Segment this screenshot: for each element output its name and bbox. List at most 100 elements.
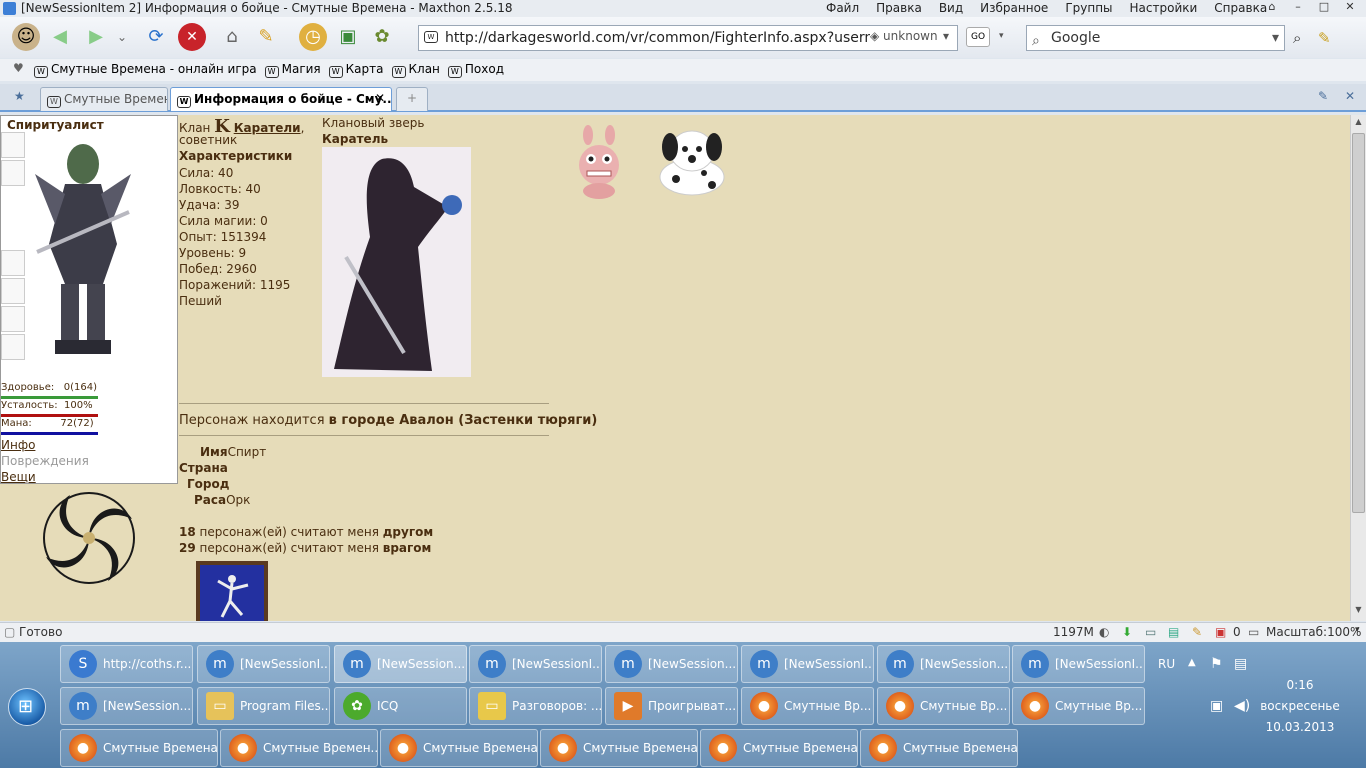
damage-link[interactable]: Повреждения: [1, 454, 89, 468]
menu-file[interactable]: Файл: [826, 1, 859, 15]
page-scrollbar[interactable]: ▲ ▼: [1350, 115, 1366, 621]
history-icon[interactable]: ◷: [299, 23, 327, 51]
tools-icon[interactable]: ✿: [368, 23, 396, 51]
tray-expand-icon[interactable]: ▲: [1188, 657, 1196, 668]
tab-fighter-info[interactable]: W Информация о бойце - Сму... ✕: [170, 87, 392, 111]
maximize-icon[interactable]: □: [1312, 0, 1336, 14]
equipment-slot[interactable]: [1, 306, 25, 332]
close-window-icon[interactable]: ✕: [1338, 0, 1362, 14]
user-icon[interactable]: ☺: [12, 23, 40, 51]
tab-game[interactable]: W Смутные Времена: [40, 87, 168, 111]
start-button[interactable]: ⊞: [8, 688, 46, 726]
taskbar-item[interactable]: ● Смутные Времен...: [220, 729, 378, 767]
zoom-dropdown-icon[interactable]: ▾: [1355, 625, 1360, 635]
taskbar-item[interactable]: ▭ Разговоров: ...: [469, 687, 602, 725]
groups-icon[interactable]: ▣: [334, 23, 362, 51]
go-dropdown-icon[interactable]: ▾: [999, 31, 1004, 41]
race-row: РасаОрк: [194, 493, 251, 507]
clock[interactable]: 0:16 воскресенье 10.03.2013: [1240, 675, 1360, 738]
rabbit-toy-image[interactable]: [574, 125, 624, 199]
taskbar-item[interactable]: m [NewSessionI...: [741, 645, 874, 683]
forward-icon[interactable]: ▶: [82, 23, 110, 51]
taskbar-item[interactable]: ● Смутные Вр...: [1012, 687, 1145, 725]
popup-blocker-icon[interactable]: ▣: [1215, 625, 1226, 639]
search-go-icon[interactable]: ⌕: [1293, 29, 1301, 47]
taskbar-item[interactable]: ● Смутные Времена...: [380, 729, 538, 767]
taskbar-item[interactable]: m [NewSessionI...: [1012, 645, 1145, 683]
equipment-slot[interactable]: [1, 278, 25, 304]
menu-edit[interactable]: Правка: [876, 1, 922, 15]
bookmark-raid[interactable]: W Поход: [447, 62, 504, 78]
taskbar-item[interactable]: ● Смутные Вр...: [741, 687, 874, 725]
network-icon[interactable]: ▭: [1145, 625, 1156, 639]
language-indicator[interactable]: RU: [1158, 657, 1175, 671]
star-icon[interactable]: ★: [14, 89, 25, 103]
zoom-level[interactable]: Масштаб:100%: [1266, 625, 1361, 639]
back-icon[interactable]: ◀: [46, 23, 74, 51]
taskbar-item[interactable]: m [NewSession...: [60, 687, 193, 725]
menu-favorites[interactable]: Избранное: [980, 1, 1048, 15]
taskbar-item[interactable]: m [NewSession...: [605, 645, 738, 683]
menu-view[interactable]: Вид: [939, 1, 963, 15]
devices-icon[interactable]: ▤: [1234, 656, 1247, 672]
bookmark-clan[interactable]: W Клан: [391, 62, 440, 78]
go-button[interactable]: GO: [966, 27, 990, 47]
equipment-slot[interactable]: [1, 160, 25, 186]
heart-icon[interactable]: ♥: [13, 61, 24, 75]
refresh-icon[interactable]: ⟳: [142, 23, 170, 51]
equipment-slot[interactable]: [1, 250, 25, 276]
close-all-tabs-icon[interactable]: ✕: [1345, 89, 1355, 103]
site-icon: W: [391, 66, 406, 78]
search-dropdown-icon[interactable]: ▾: [1272, 26, 1279, 50]
network-tray-icon[interactable]: ▣: [1210, 698, 1223, 714]
wrench-icon[interactable]: ✎: [1318, 89, 1328, 103]
url-dropdown-icon[interactable]: ▾: [943, 29, 949, 43]
new-tab-icon[interactable]: +: [396, 87, 428, 111]
bookmark-map[interactable]: W Карта: [328, 62, 384, 78]
favorites-add-icon[interactable]: ✎: [252, 23, 280, 51]
scroll-down-icon[interactable]: ▼: [1352, 605, 1365, 618]
bookmark-game[interactable]: W Смутные Времена - онлайн игра: [34, 62, 257, 78]
zoom-icon: ▭: [1248, 625, 1260, 639]
taskbar-item[interactable]: Shttp://coths.r...: [60, 645, 193, 683]
minimize-icon[interactable]: –: [1286, 0, 1310, 14]
taskbar-item[interactable]: m [NewSession...: [877, 645, 1010, 683]
taskbar-item[interactable]: ▭ Program Files...: [197, 687, 330, 725]
beast-label: Клановый зверь: [322, 116, 425, 130]
restore-icon[interactable]: ⌂: [1260, 0, 1284, 14]
taskbar-item[interactable]: m [NewSession...: [334, 645, 467, 683]
home-icon[interactable]: ⌂: [218, 23, 246, 51]
close-tab-icon[interactable]: ✕: [375, 91, 385, 105]
menu-groups[interactable]: Группы: [1065, 1, 1112, 15]
info-link[interactable]: Инфо: [1, 438, 35, 452]
taskbar-item[interactable]: ● Смутные Времена...: [700, 729, 858, 767]
taskbar-item[interactable]: m [NewSessionI...: [469, 645, 602, 683]
taskbar-item[interactable]: ✿ ICQ: [334, 687, 467, 725]
bookmark-magic[interactable]: W Магия: [264, 62, 321, 78]
edit-icon[interactable]: ✎: [1192, 625, 1202, 639]
achievement-badge-image[interactable]: [196, 561, 268, 621]
taskbar-item[interactable]: ● Смутные Времена...: [540, 729, 698, 767]
highlight-icon[interactable]: ✎: [1318, 29, 1331, 47]
stop-icon[interactable]: ✕: [178, 23, 206, 51]
taskbar-item[interactable]: ● Смутные Вр...: [877, 687, 1010, 725]
scroll-up-icon[interactable]: ▲: [1352, 117, 1365, 130]
scroll-thumb[interactable]: [1352, 133, 1365, 513]
menu-settings[interactable]: Настройки: [1130, 1, 1198, 15]
mute-icon[interactable]: ◐: [1099, 625, 1109, 639]
taskbar-item[interactable]: ▶ Проигрыват...: [605, 687, 738, 725]
equipment-slot[interactable]: [1, 132, 25, 158]
clan-link[interactable]: Каратели: [234, 121, 301, 135]
search-input[interactable]: ⌕ Google ▾: [1026, 25, 1285, 51]
items-link[interactable]: Вещи: [1, 470, 36, 484]
history-dropdown-icon[interactable]: ⌄: [112, 23, 132, 51]
sync-icon[interactable]: ▤: [1168, 625, 1179, 639]
taskbar-item[interactable]: ● Смутные Времена...: [60, 729, 218, 767]
firefox-icon: ●: [869, 734, 897, 762]
flag-icon[interactable]: ⚑: [1210, 656, 1223, 672]
equipment-slot[interactable]: [1, 334, 25, 360]
download-icon[interactable]: ⬇: [1122, 625, 1132, 639]
taskbar-item[interactable]: m [NewSessionI...: [197, 645, 330, 683]
taskbar-item[interactable]: ● Смутные Времена...: [860, 729, 1018, 767]
dalmatian-toy-image[interactable]: [654, 125, 730, 197]
